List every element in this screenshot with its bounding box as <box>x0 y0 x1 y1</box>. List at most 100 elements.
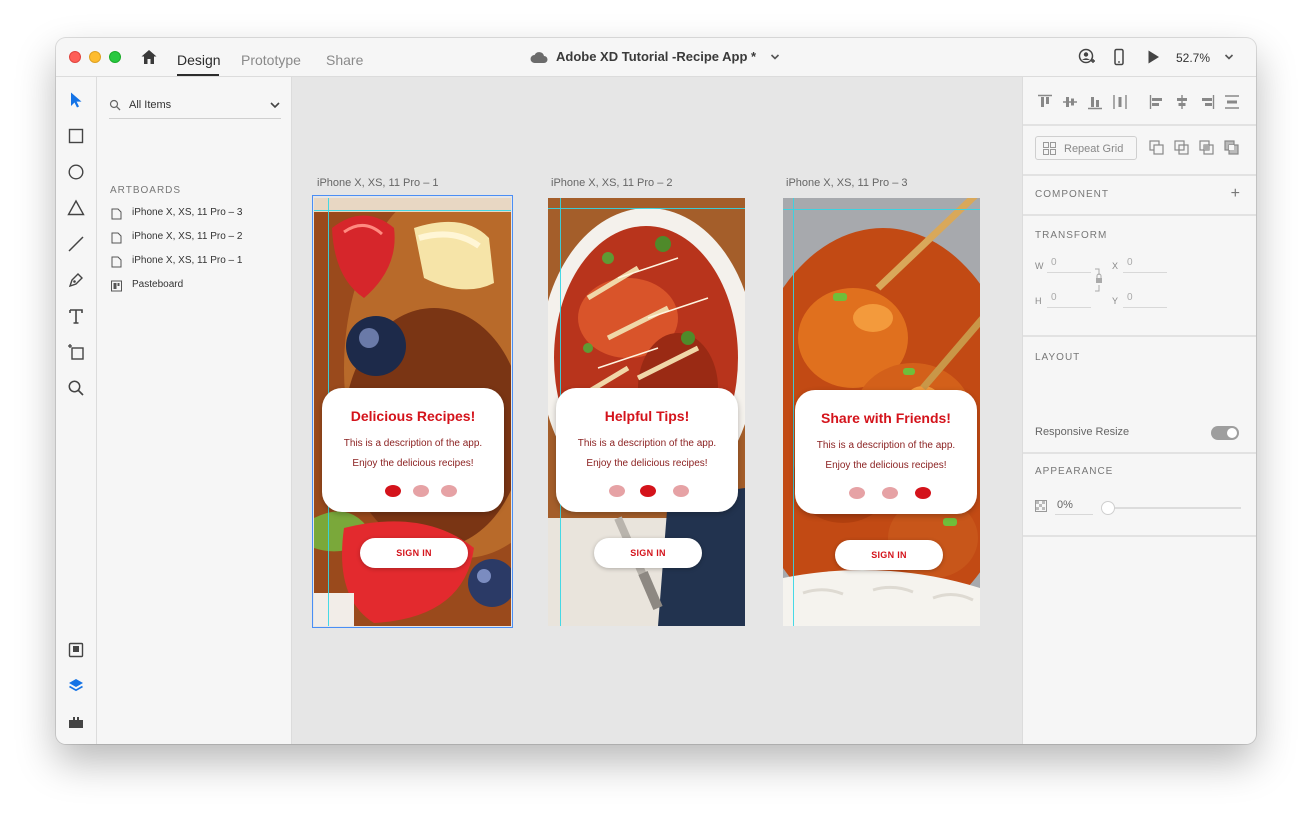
artboard-2[interactable]: Helpful Tips! This is a description of t… <box>548 198 745 626</box>
search-icon <box>109 99 121 111</box>
ellipse-tool-icon[interactable] <box>67 163 85 181</box>
layer-item-artboard-2[interactable]: iPhone X, XS, 11 Pro – 2 <box>111 230 281 246</box>
close-window-button[interactable] <box>69 51 81 63</box>
x-position-input[interactable]: 0 <box>1123 257 1167 273</box>
page-dot-active <box>385 485 401 497</box>
invite-user-icon[interactable] <box>1078 48 1096 66</box>
page-dot-active <box>640 485 656 497</box>
zoom-window-button[interactable] <box>109 51 121 63</box>
page-dot <box>441 485 457 497</box>
design-canvas[interactable]: iPhone X, XS, 11 Pro – 1 iPhone X, XS, 1… <box>292 77 1022 744</box>
layer-item-artboard-3[interactable]: iPhone X, XS, 11 Pro – 3 <box>111 206 281 222</box>
page-indicator <box>322 485 504 497</box>
tab-design[interactable]: Design <box>177 52 221 68</box>
page-indicator <box>556 485 738 497</box>
zoom-level[interactable]: 52.7% <box>1176 51 1210 65</box>
repeat-grid-label: Repeat Grid <box>1064 143 1124 155</box>
opacity-slider-track[interactable] <box>1105 507 1241 509</box>
property-inspector: Repeat Grid COMPONENT + TRANSFORM W 0 H … <box>1022 77 1256 744</box>
line-tool-icon[interactable] <box>67 235 85 253</box>
component-section-label: COMPONENT <box>1035 189 1109 200</box>
distribute-vertical-icon[interactable] <box>1224 94 1240 110</box>
add-component-icon[interactable]: + <box>1231 185 1240 203</box>
card-description-line-1: This is a description of the app. <box>577 438 717 449</box>
artboard-icon <box>111 256 122 268</box>
height-input[interactable]: 0 <box>1047 292 1091 308</box>
artboard-label-3[interactable]: iPhone X, XS, 11 Pro – 3 <box>786 177 907 189</box>
panel-divider <box>1023 452 1256 454</box>
artboard-label-2[interactable]: iPhone X, XS, 11 Pro – 2 <box>551 177 672 189</box>
sign-in-button[interactable]: SIGN IN <box>594 538 702 568</box>
height-label: H <box>1035 296 1042 306</box>
pasteboard-icon <box>111 280 122 292</box>
tab-prototype[interactable]: Prototype <box>241 52 301 68</box>
device-preview-icon[interactable] <box>1110 48 1128 66</box>
layers-panel: All Items ARTBOARDS iPhone X, XS, 11 Pro… <box>97 77 292 744</box>
panel-divider <box>1023 335 1256 337</box>
lock-aspect-icon[interactable] <box>1093 267 1105 293</box>
align-left-icon[interactable] <box>1149 94 1165 110</box>
artboard-tool-icon[interactable] <box>67 343 85 361</box>
artboard-label-1[interactable]: iPhone X, XS, 11 Pro – 1 <box>317 177 438 189</box>
x-position-label: X <box>1112 261 1119 271</box>
opacity-input[interactable]: 0% <box>1055 499 1093 515</box>
transform-section-label: TRANSFORM <box>1035 230 1108 241</box>
home-icon[interactable] <box>140 48 158 66</box>
card-description: This is a description of the app. Enjoy … <box>795 436 977 476</box>
artboard-icon <box>111 208 122 220</box>
tab-share[interactable]: Share <box>326 52 363 68</box>
page-dot-active <box>915 487 931 499</box>
polygon-tool-icon[interactable] <box>67 199 85 217</box>
layers-filter-value: All Items <box>129 99 172 111</box>
zoom-tool-icon[interactable] <box>67 379 85 397</box>
sign-in-button[interactable]: SIGN IN <box>835 540 943 570</box>
width-input[interactable]: 0 <box>1047 257 1091 273</box>
title-bar: Design Prototype Share Adobe XD Tutorial… <box>56 38 1256 77</box>
plugins-icon[interactable] <box>67 713 85 731</box>
responsive-resize-label: Responsive Resize <box>1035 426 1130 438</box>
boolean-intersect-icon[interactable] <box>1199 140 1215 156</box>
layer-item-pasteboard[interactable]: Pasteboard <box>111 278 281 294</box>
distribute-horizontal-icon[interactable] <box>1112 94 1128 110</box>
zoom-chevron-down-icon[interactable] <box>1224 52 1234 62</box>
chevron-down-icon[interactable] <box>770 52 780 62</box>
opacity-slider-handle[interactable] <box>1101 501 1115 515</box>
boolean-exclude-icon[interactable] <box>1224 140 1240 156</box>
artboard-1[interactable]: Delicious Recipes! This is a description… <box>314 198 511 626</box>
layout-section-label: LAYOUT <box>1035 352 1081 363</box>
layer-item-label: iPhone X, XS, 11 Pro – 1 <box>132 255 243 266</box>
layers-filter-dropdown[interactable]: All Items <box>109 95 281 119</box>
y-position-input[interactable]: 0 <box>1123 292 1167 308</box>
card-title: Delicious Recipes! <box>350 408 476 424</box>
layer-item-artboard-1[interactable]: iPhone X, XS, 11 Pro – 1 <box>111 254 281 270</box>
align-right-icon[interactable] <box>1199 94 1215 110</box>
minimize-window-button[interactable] <box>89 51 101 63</box>
artboards-section-label: ARTBOARDS <box>110 185 182 196</box>
panel-divider <box>1023 535 1256 537</box>
chevron-down-icon <box>270 102 280 109</box>
document-title[interactable]: Adobe XD Tutorial -Recipe App * <box>556 49 756 64</box>
rectangle-tool-icon[interactable] <box>67 127 85 145</box>
play-preview-icon[interactable] <box>1144 48 1162 66</box>
responsive-resize-toggle[interactable] <box>1211 426 1239 440</box>
card-description-line-1: This is a description of the app. <box>343 438 483 449</box>
card-description: This is a description of the app. Enjoy … <box>556 434 738 474</box>
layers-panel-icon[interactable] <box>67 677 85 695</box>
assets-panel-icon[interactable] <box>67 641 85 659</box>
appearance-section-label: APPEARANCE <box>1035 466 1114 477</box>
layer-item-label: iPhone X, XS, 11 Pro – 3 <box>132 207 243 218</box>
pen-tool-icon[interactable] <box>67 271 85 289</box>
align-middle-icon[interactable] <box>1062 94 1078 110</box>
text-tool-icon[interactable] <box>67 307 85 325</box>
sign-in-button[interactable]: SIGN IN <box>360 538 468 568</box>
card-title: Share with Friends! <box>821 410 951 426</box>
artboard-3[interactable]: Share with Friends! This is a descriptio… <box>783 198 980 626</box>
artboard-icon <box>111 232 122 244</box>
select-tool-icon[interactable] <box>67 91 85 109</box>
boolean-subtract-icon[interactable] <box>1174 140 1190 156</box>
align-bottom-icon[interactable] <box>1087 94 1103 110</box>
boolean-add-icon[interactable] <box>1149 140 1165 156</box>
align-center-icon[interactable] <box>1174 94 1190 110</box>
repeat-grid-button[interactable]: Repeat Grid <box>1035 136 1137 160</box>
align-top-icon[interactable] <box>1037 94 1053 110</box>
